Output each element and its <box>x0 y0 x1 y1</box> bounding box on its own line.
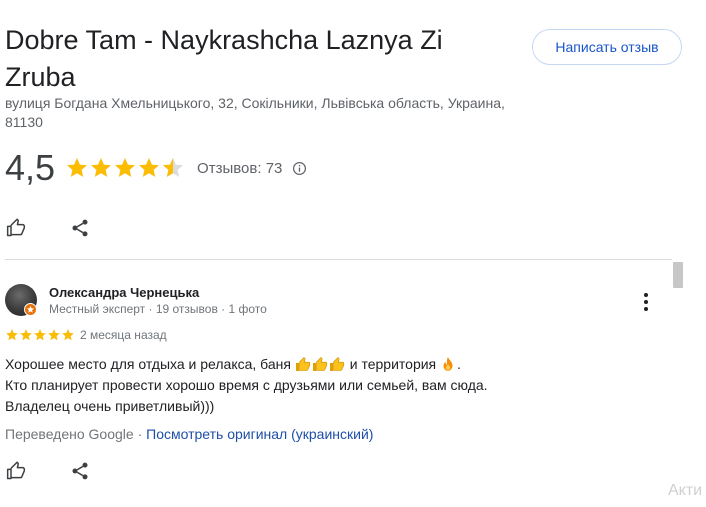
review-text-part: и территория <box>349 356 437 372</box>
write-review-button[interactable]: Написать отзыв <box>532 29 682 65</box>
star-icon <box>67 158 88 177</box>
star-icon <box>34 329 46 341</box>
place-address: вулиця Богдана Хмельницького, 32, Сокіль… <box>5 95 505 130</box>
place-title: Dobre Tam - Naykrashcha Laznya Zi Zruba <box>5 25 443 92</box>
thumbs-up-emoji-icon <box>329 357 344 371</box>
separator: · <box>137 426 143 442</box>
review-date: 2 месяца назад <box>80 328 167 342</box>
rating-value: 4,5 <box>5 147 56 188</box>
review-stars <box>5 328 75 342</box>
reviewer-meta: Местный эксперт · 19 отзывов · 1 фото <box>49 302 267 316</box>
star-icon <box>115 158 136 177</box>
review-line-2: Кто планирует провести хорошо время с др… <box>5 377 488 393</box>
review-line-3: Владелец очень приветливый))) <box>5 398 215 414</box>
star-icon <box>20 329 32 341</box>
fire-emoji-icon <box>443 357 453 371</box>
share-icon[interactable] <box>70 218 90 238</box>
rating-summary: 4,5 Отзывов: 73 <box>5 148 307 188</box>
translation-info: Переведено Google · Посмотреть оригинал … <box>5 426 373 442</box>
star-icon <box>62 329 74 341</box>
local-guide-badge-icon <box>24 303 37 316</box>
activation-watermark: Акти <box>668 482 703 499</box>
scrollbar-thumb[interactable] <box>673 262 683 288</box>
share-icon[interactable] <box>70 461 90 481</box>
translated-label: Переведено Google <box>5 426 134 442</box>
reviewer-name[interactable]: Олександра Чернецька <box>49 285 199 300</box>
reviews-count: Отзывов: 73 <box>197 159 283 177</box>
star-icon <box>48 329 60 341</box>
info-icon[interactable] <box>292 161 307 176</box>
review-line-1: Хорошее место для отдыха и релакса, баня… <box>5 354 625 375</box>
thumbs-up-emoji-icon <box>312 357 327 371</box>
review-text: Хорошее место для отдыха и релакса, баня… <box>5 354 625 417</box>
thumbs-up-emoji-icon <box>295 357 310 371</box>
rating-stars <box>65 156 185 180</box>
section-divider <box>5 259 672 260</box>
show-original-link[interactable]: Посмотреть оригинал (украинский) <box>146 426 373 442</box>
star-icon <box>91 158 112 177</box>
review-text-part: . <box>457 356 461 372</box>
review-text-part: Хорошее место для отдыха и релакса, баня <box>5 356 291 372</box>
more-vert-icon[interactable] <box>637 291 655 313</box>
star-icon <box>6 329 18 341</box>
like-icon[interactable] <box>6 218 26 238</box>
star-half-icon <box>163 158 184 177</box>
star-icon <box>139 158 160 177</box>
like-icon[interactable] <box>6 461 26 481</box>
